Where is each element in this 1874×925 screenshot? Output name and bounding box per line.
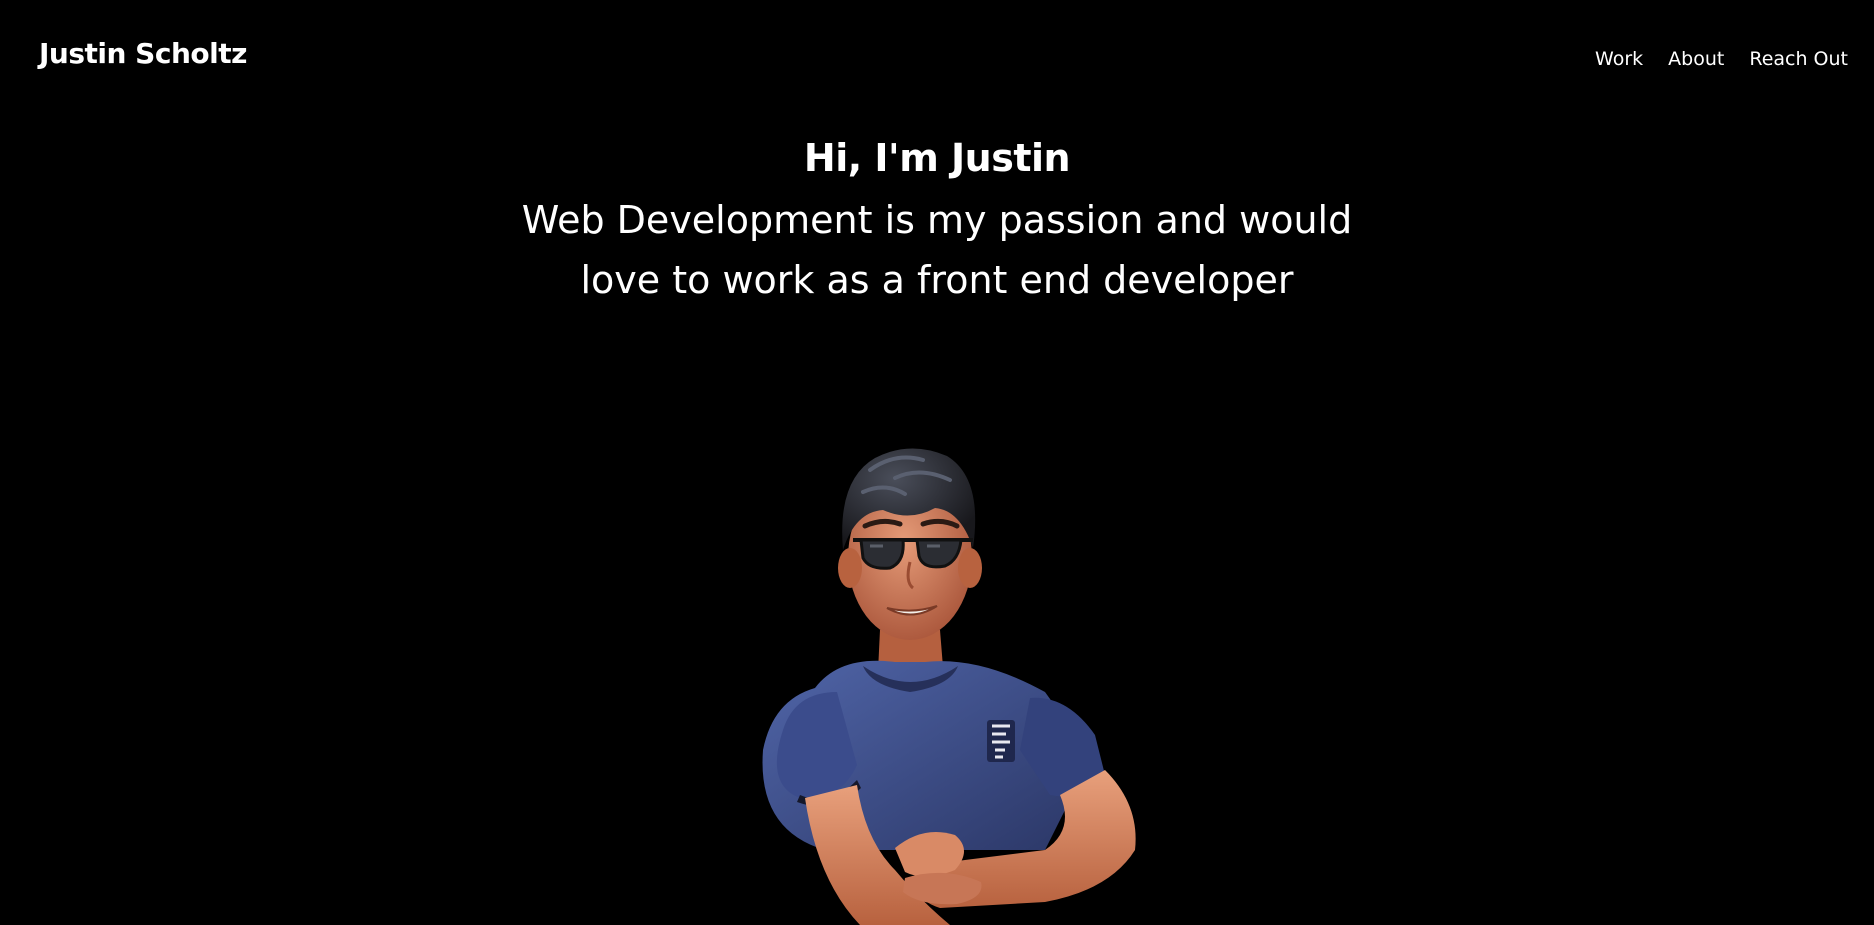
main-nav: Work About Reach Out: [1595, 48, 1848, 70]
brand-logo-link[interactable]: Justin Scholtz: [39, 37, 247, 70]
nav-link-work[interactable]: Work: [1595, 48, 1643, 70]
hero-tagline: Web Development is my passion and would …: [521, 198, 1353, 302]
hero-section: Hi, I'm Justin Web Development is my pas…: [0, 132, 1874, 310]
nav-link-reach-out[interactable]: Reach Out: [1749, 48, 1848, 70]
avatar-figure: [745, 430, 1245, 925]
nav-link-about[interactable]: About: [1668, 48, 1724, 70]
hero-greeting: Hi, I'm Justin: [803, 136, 1071, 180]
avatar-icon: [762, 448, 1136, 925]
portfolio-page: Justin Scholtz Work About Reach Out Hi, …: [0, 0, 1874, 925]
site-header: Justin Scholtz Work About Reach Out: [0, 0, 1874, 110]
